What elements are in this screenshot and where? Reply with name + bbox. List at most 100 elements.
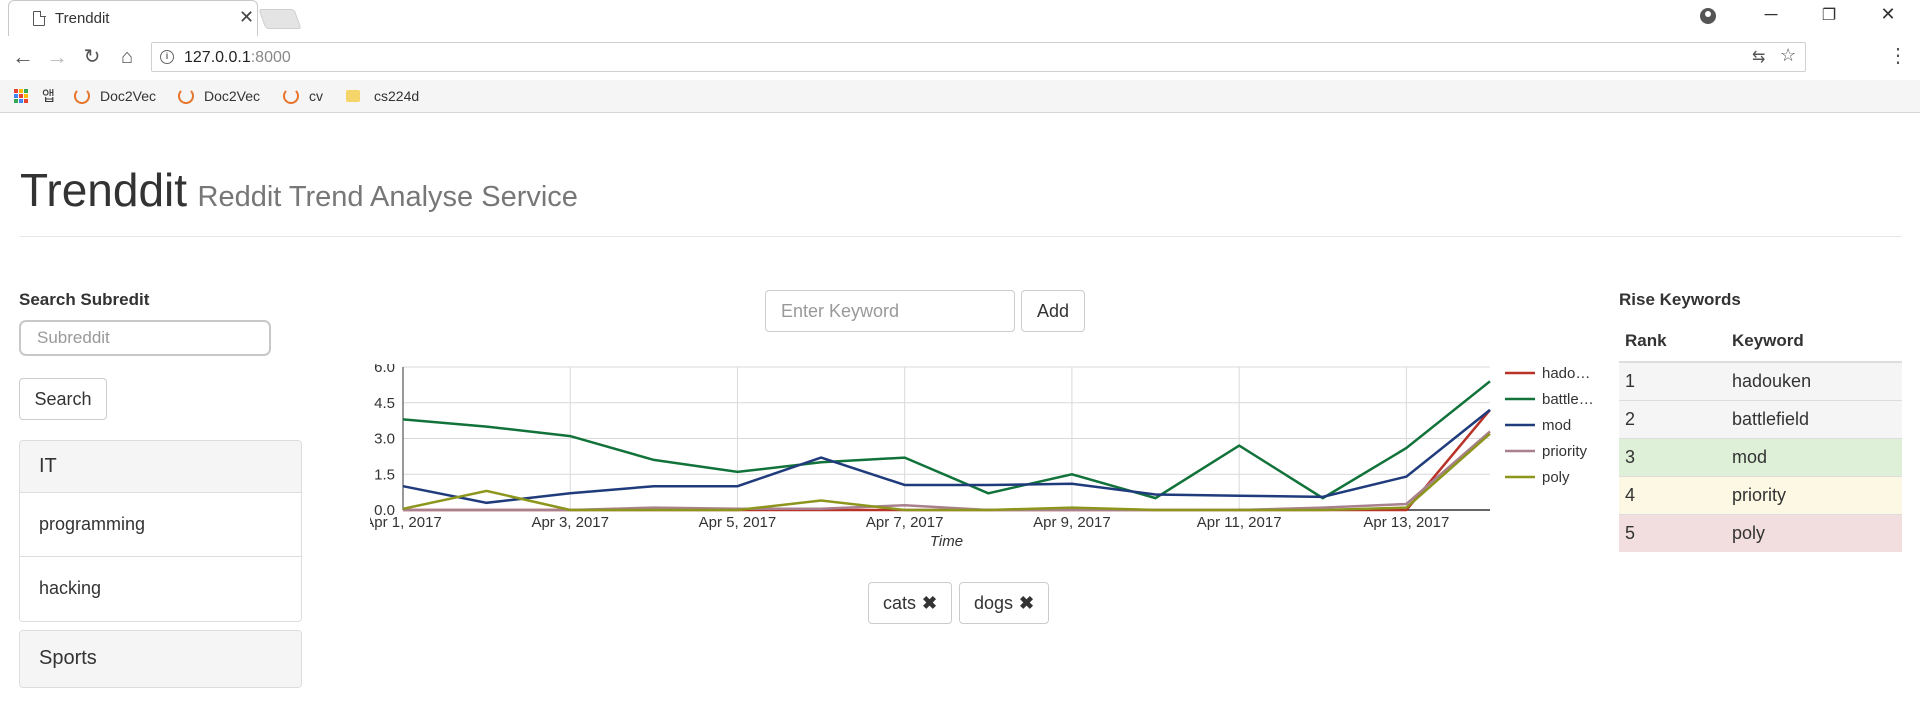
x-tick-label: Apr 11, 2017 xyxy=(1197,514,1282,531)
close-window-icon[interactable]: ✕ xyxy=(1873,4,1903,25)
remove-tag-icon[interactable]: ✖ xyxy=(922,593,937,613)
bookmarks-bar: 앱 Doc2Vec Doc2Vec cv cs224d xyxy=(0,80,1920,113)
url-text: 127.0.0.1:8000 xyxy=(184,49,291,67)
legend-label: mod xyxy=(1542,417,1571,434)
keyword-cell: poly xyxy=(1726,513,1902,552)
bookmark-cs224d[interactable]: cs224d xyxy=(346,86,419,106)
rise-keywords-panel: Rise Keywords Rank Keyword 1 hadouken 2 bat… xyxy=(1619,290,1902,552)
browser-tab-bar: Trenddit ✕ ─ ❐ ✕ xyxy=(0,0,1920,36)
bookmark-label: 앱 xyxy=(42,88,55,104)
keyword-input[interactable] xyxy=(765,290,1015,332)
legend-label: priority xyxy=(1542,443,1588,460)
category-header-it[interactable]: IT xyxy=(20,441,301,493)
bookmark-cv[interactable]: cv xyxy=(283,86,323,106)
subreddit-item-programming[interactable]: programming xyxy=(20,493,301,557)
table-header-row: Rank Keyword xyxy=(1619,320,1902,363)
apps-grid-icon[interactable] xyxy=(14,89,28,103)
tag-label: dogs xyxy=(974,593,1014,613)
rise-keywords-title: Rise Keywords xyxy=(1619,290,1741,309)
home-icon[interactable]: ⌂ xyxy=(112,42,142,72)
y-tick-label: 4.5 xyxy=(374,395,395,412)
keyword-cell: battlefield xyxy=(1726,399,1902,438)
keyword-column-header: Keyword xyxy=(1726,320,1902,363)
series-line-mod xyxy=(402,408,1491,505)
bookmark-label: Doc2Vec xyxy=(204,88,261,104)
table-row: 1 hadouken xyxy=(1619,361,1902,400)
x-tick-label: Apr 5, 2017 xyxy=(699,514,777,531)
rise-keywords-table: Rank Keyword 1 hadouken 2 battlefield 3 mod 4 p… xyxy=(1619,320,1902,552)
series-line-poly xyxy=(402,432,1491,512)
reload-icon[interactable]: ↻ xyxy=(77,42,107,72)
tag-cats[interactable]: cats ✖ xyxy=(868,582,953,624)
rank-cell: 1 xyxy=(1619,361,1726,400)
user-profile-icon[interactable] xyxy=(1700,8,1716,24)
x-tick-label: Apr 3, 2017 xyxy=(531,514,609,531)
table-row: 5 poly xyxy=(1619,513,1902,552)
subreddit-search-input[interactable] xyxy=(19,320,271,356)
new-tab-button[interactable] xyxy=(258,9,302,29)
subreddit-item-hacking[interactable]: hacking xyxy=(20,557,301,621)
tag-label: cats xyxy=(883,593,917,613)
rank-cell: 5 xyxy=(1619,513,1726,552)
bookmark-apps[interactable]: 앱 xyxy=(42,86,55,106)
y-tick-label: 1.5 xyxy=(374,466,395,483)
rank-column-header: Rank xyxy=(1619,320,1726,363)
bookmark-label: cv xyxy=(309,88,323,104)
x-tick-label: Apr 1, 2017 xyxy=(370,514,442,531)
category-header-sports[interactable]: Sports xyxy=(20,631,301,687)
legend-label: poly xyxy=(1542,469,1570,486)
forward-icon[interactable]: → xyxy=(42,42,72,72)
bookmark-doc2vec-1[interactable]: Doc2Vec xyxy=(74,86,156,106)
x-tick-label: Apr 13, 2017 xyxy=(1363,514,1449,531)
x-tick-label: Apr 9, 2017 xyxy=(1033,514,1111,531)
bookmark-star-icon[interactable]: ☆ xyxy=(1780,45,1796,66)
tag-dogs[interactable]: dogs ✖ xyxy=(959,582,1050,624)
subreddit-panel: Search Subredit Search IT programming ha… xyxy=(19,290,302,688)
rank-cell: 4 xyxy=(1619,475,1726,514)
series-line-battle xyxy=(402,380,1491,500)
rank-cell: 3 xyxy=(1619,437,1726,476)
legend-label: battle… xyxy=(1542,391,1594,408)
x-tick-label: Apr 7, 2017 xyxy=(866,514,944,531)
minimize-window-icon[interactable]: ─ xyxy=(1756,4,1786,25)
keyword-cell: hadouken xyxy=(1726,361,1902,400)
address-bar[interactable]: i 127.0.0.1:8000 ⇆ ☆ xyxy=(151,42,1806,72)
page-icon xyxy=(33,10,46,26)
bookmark-label: Doc2Vec xyxy=(100,88,157,104)
search-button[interactable]: Search xyxy=(19,378,107,420)
search-subreddit-label: Search Subredit xyxy=(19,290,150,309)
browser-menu-icon[interactable]: ⋮ xyxy=(1888,46,1908,66)
y-tick-label: 3.0 xyxy=(374,431,395,448)
ring-icon xyxy=(74,88,90,104)
tab-title: Trenddit xyxy=(55,10,110,27)
table-row: 2 battlefield xyxy=(1619,399,1902,438)
series-line-priority xyxy=(403,430,1491,512)
page-header: Trenddit Reddit Trend Analyse Service xyxy=(20,163,578,217)
table-row: 3 mod xyxy=(1619,437,1902,476)
ring-icon xyxy=(178,88,194,104)
brand-subtitle: Reddit Trend Analyse Service xyxy=(197,181,578,213)
brand-title: Trenddit xyxy=(20,164,188,216)
url-port: :8000 xyxy=(250,49,291,66)
y-tick-label: 6.0 xyxy=(374,364,395,376)
remove-tag-icon[interactable]: ✖ xyxy=(1019,593,1034,613)
rank-cell: 2 xyxy=(1619,399,1726,438)
ring-icon xyxy=(283,88,299,104)
back-icon[interactable]: ← xyxy=(8,42,38,72)
header-divider xyxy=(20,236,1902,237)
table-row: 4 priority xyxy=(1619,475,1902,514)
restore-window-icon[interactable]: ❐ xyxy=(1814,5,1844,25)
legend-label: hado… xyxy=(1542,365,1590,382)
close-tab-icon[interactable]: ✕ xyxy=(239,8,254,26)
bookmark-label: cs224d xyxy=(374,88,420,104)
translate-icon[interactable]: ⇆ xyxy=(1752,47,1765,67)
category-sports: Sports xyxy=(19,630,302,688)
add-keyword-button[interactable]: Add xyxy=(1021,290,1085,332)
category-it: IT programming hacking xyxy=(19,440,302,622)
keyword-cell: priority xyxy=(1726,475,1902,514)
browser-tab[interactable]: Trenddit ✕ xyxy=(8,0,258,36)
info-icon[interactable]: i xyxy=(160,50,174,64)
folder-icon xyxy=(346,90,360,102)
bookmark-doc2vec-2[interactable]: Doc2Vec xyxy=(178,86,260,106)
url-host: 127.0.0.1 xyxy=(184,49,251,66)
